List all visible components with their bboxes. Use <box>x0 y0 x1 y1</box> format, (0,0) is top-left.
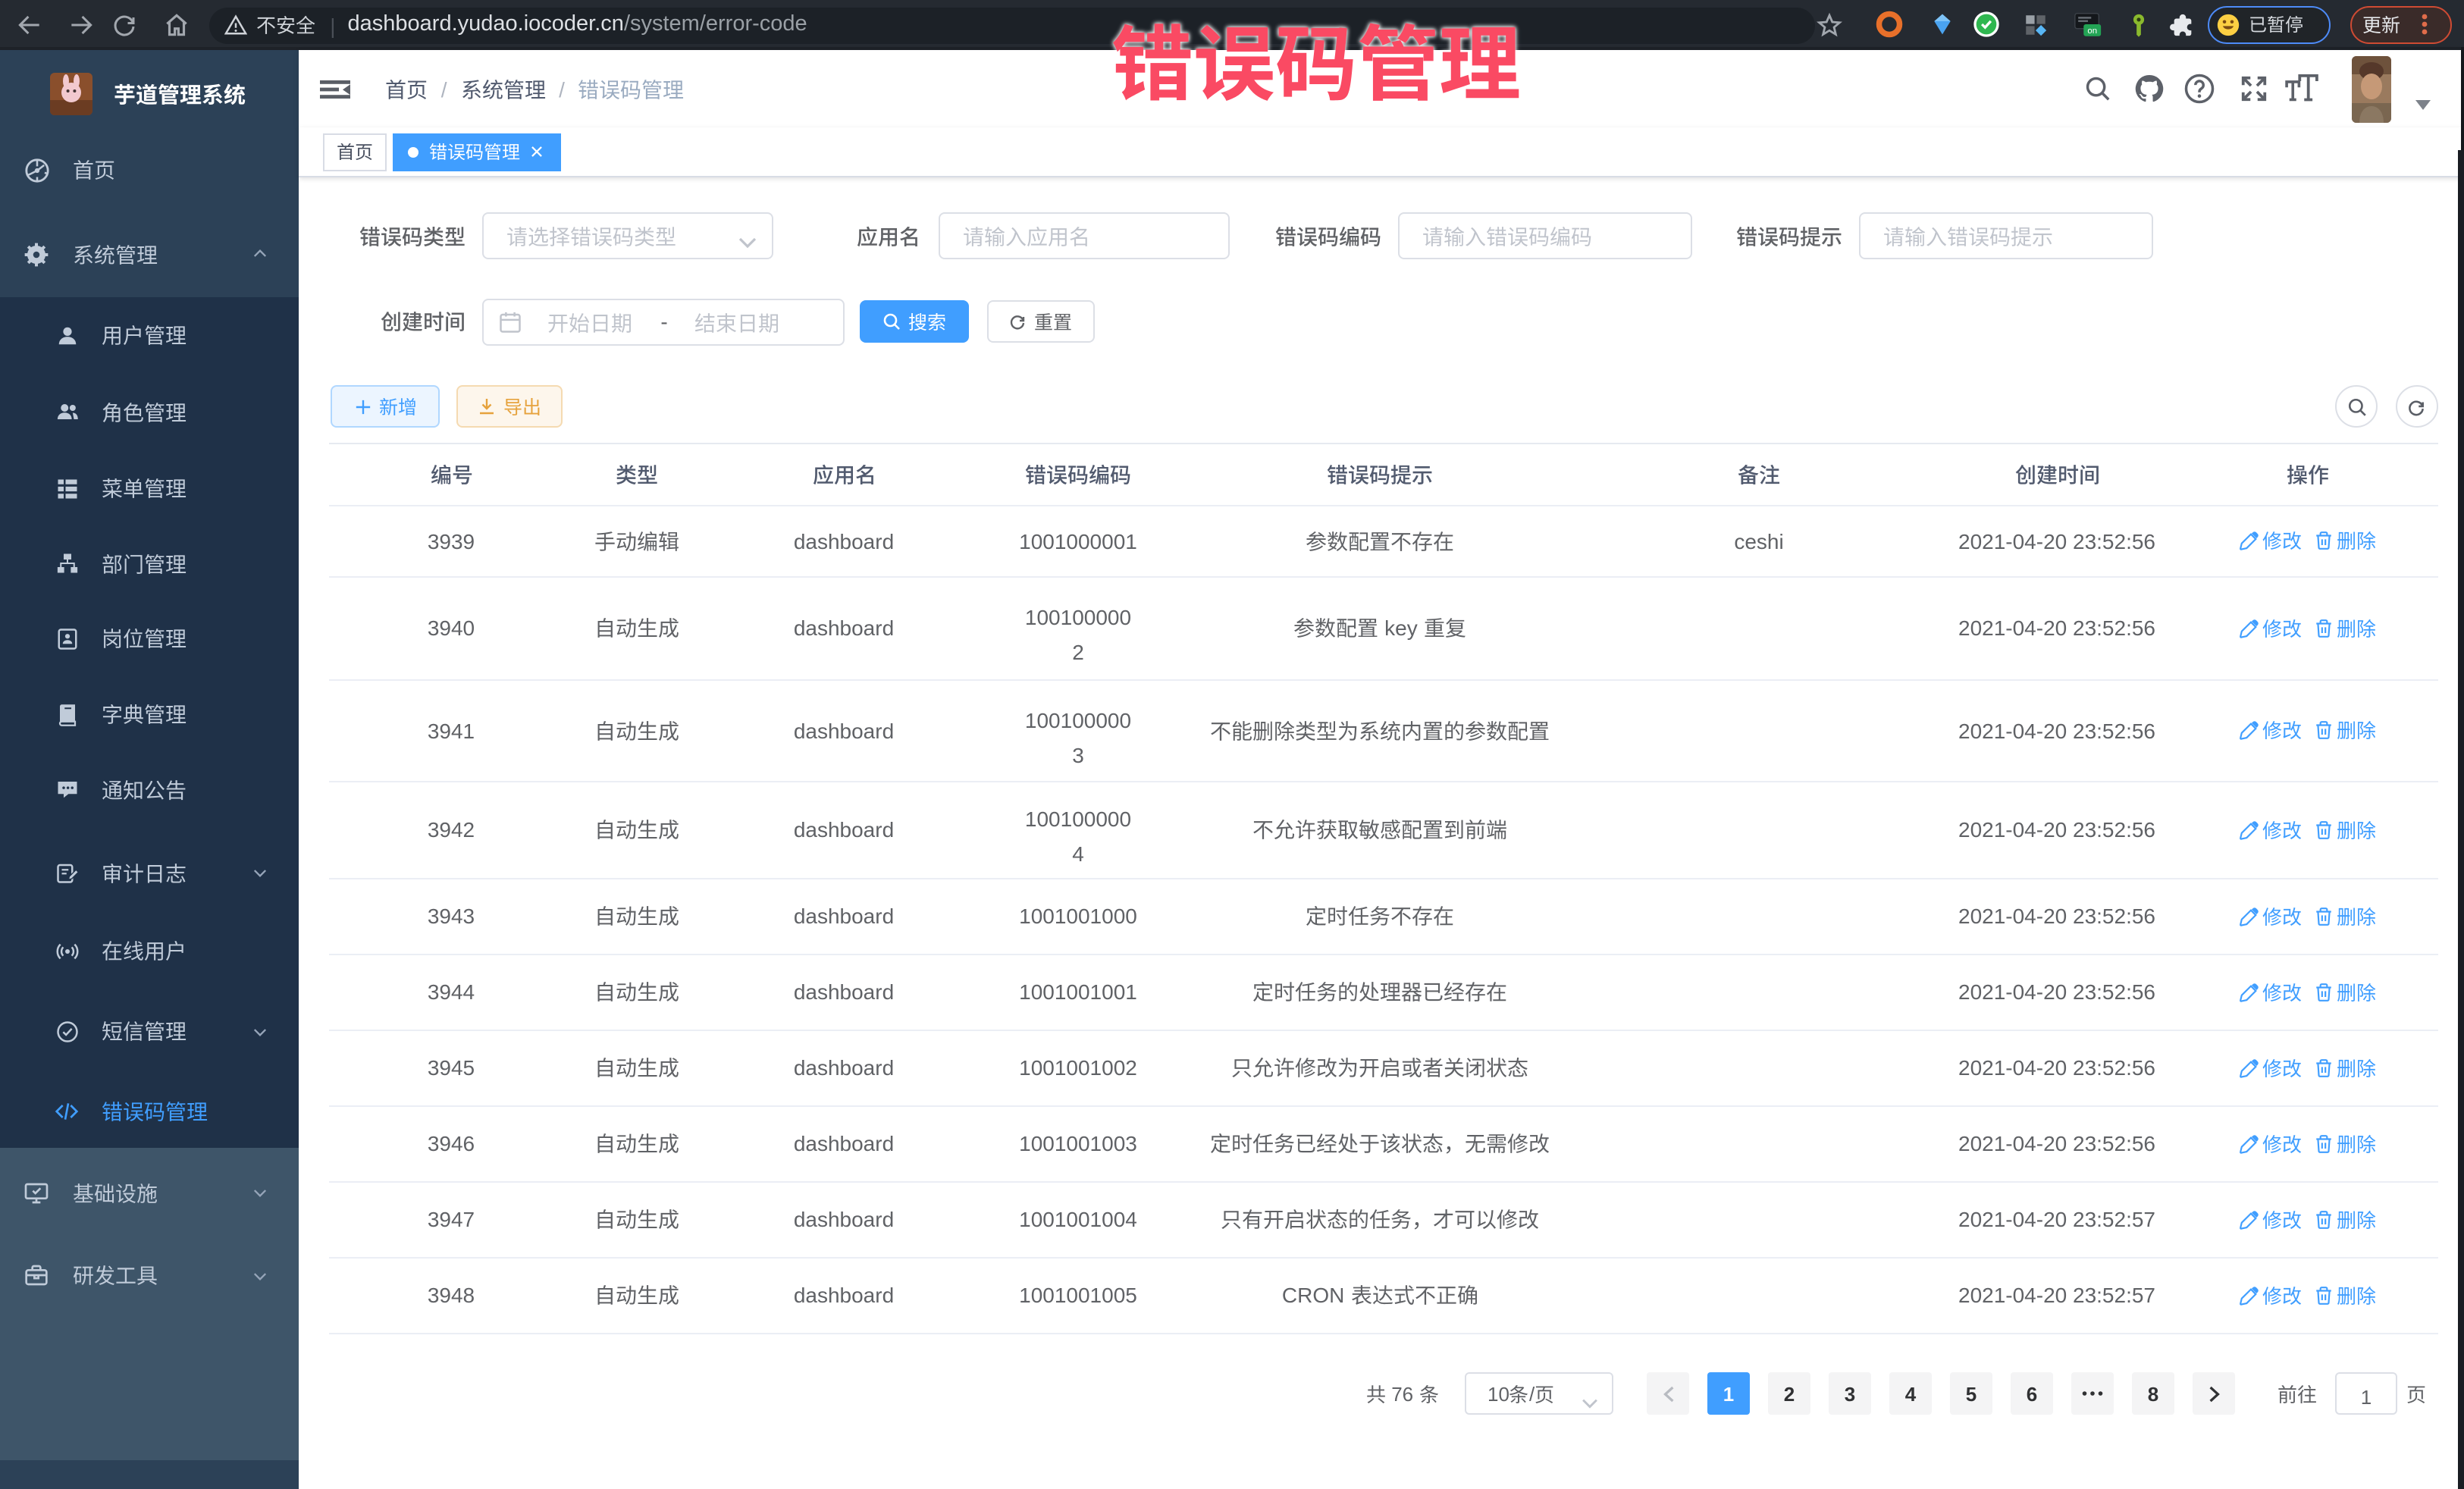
svg-text:on: on <box>2087 27 2097 36</box>
